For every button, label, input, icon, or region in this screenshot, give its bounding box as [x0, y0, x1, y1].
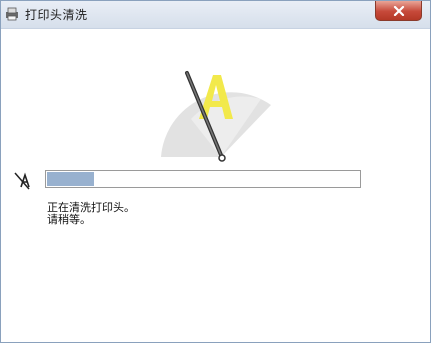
- title-bar[interactable]: 打印头清洗: [1, 1, 430, 29]
- window-title: 打印头清洗: [25, 8, 88, 22]
- dialog-content: 正在清洗打印头。 请稍等。: [1, 29, 430, 342]
- close-icon: [393, 5, 404, 16]
- pause-cleaning-icon[interactable]: [11, 169, 33, 191]
- progress-bar: [45, 170, 361, 188]
- status-message: 正在清洗打印头。 请稍等。: [47, 202, 135, 226]
- close-button[interactable]: [375, 1, 422, 21]
- printhead-cleaning-dialog: 打印头清洗 正在清洗打印头。 请稍等。: [0, 0, 431, 343]
- progress-fill: [47, 172, 94, 186]
- status-line-2: 请稍等。: [47, 213, 91, 226]
- printer-app-icon: [6, 7, 18, 21]
- printhead-cleaning-animation: [161, 71, 271, 162]
